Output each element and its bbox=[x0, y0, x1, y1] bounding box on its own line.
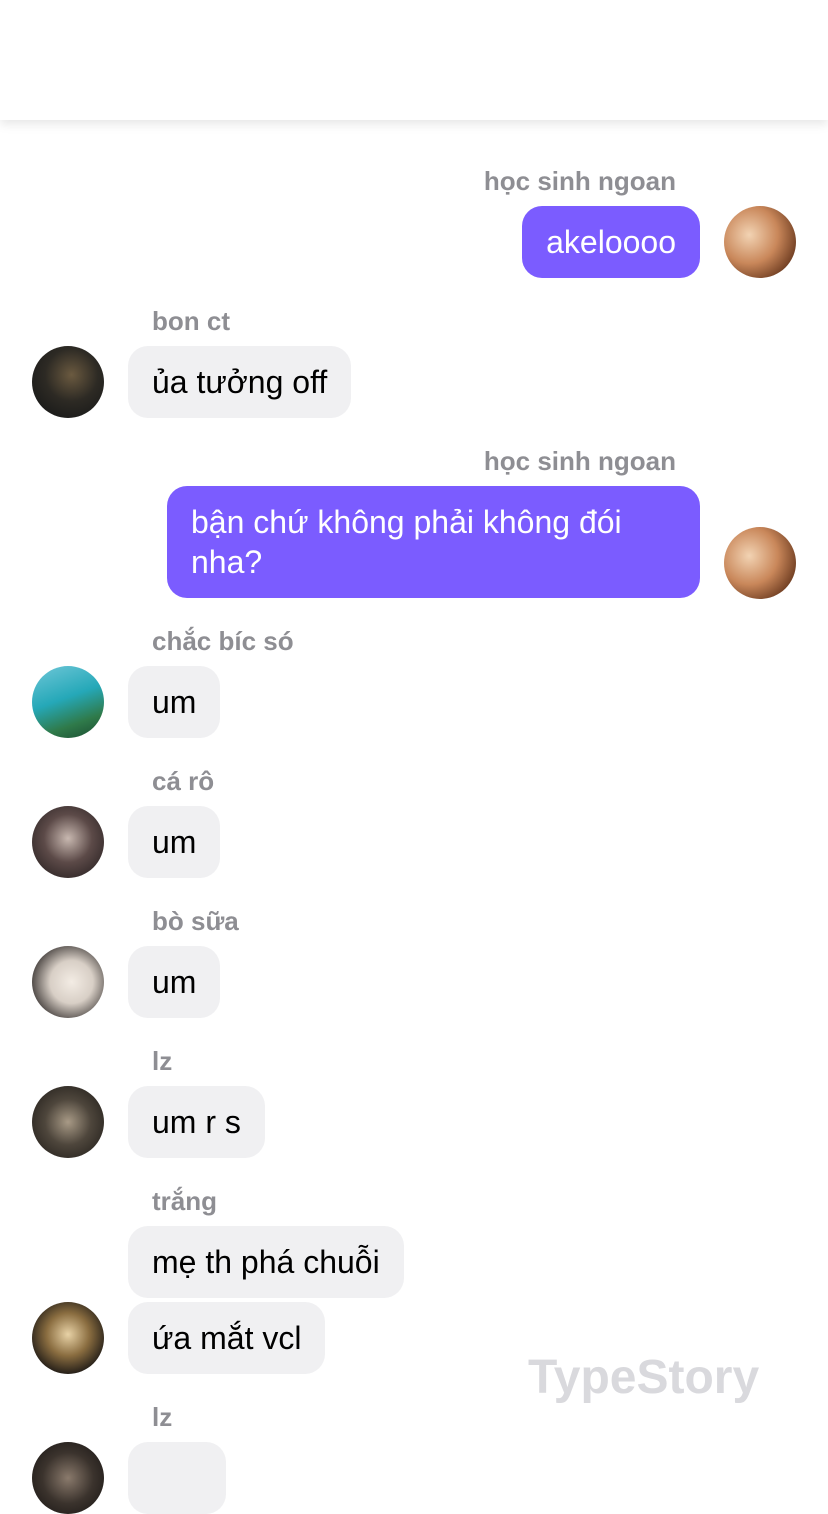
message-bubble-incoming[interactable]: um bbox=[128, 666, 221, 738]
message-bubble-incoming[interactable]: mẹ th phá chuỗi bbox=[128, 1226, 404, 1298]
sender-name: bon ct bbox=[152, 306, 230, 336]
sender-name: chắc bíc só bbox=[152, 626, 294, 656]
avatar[interactable] bbox=[32, 1086, 104, 1158]
message-bubble-incoming[interactable]: ứa mắt vcl bbox=[128, 1302, 326, 1374]
message-bubble-incoming[interactable]: ủa tưởng off bbox=[128, 346, 352, 418]
sender-name: cá rô bbox=[152, 766, 215, 796]
message-bubble-outgoing[interactable]: akeloooo bbox=[522, 206, 700, 278]
message-bubble-outgoing[interactable]: bận chứ không phải không đói nha? bbox=[167, 486, 700, 598]
avatar[interactable] bbox=[724, 527, 796, 599]
message-bubble-incoming[interactable]: um bbox=[128, 946, 221, 1018]
avatar[interactable] bbox=[32, 1302, 104, 1374]
sender-name: lz bbox=[152, 1402, 173, 1432]
message-bubble-incoming[interactable]: um r s bbox=[128, 1086, 265, 1158]
watermark: TypeStory bbox=[528, 1351, 760, 1404]
sender-name: lz bbox=[152, 1046, 173, 1076]
top-bar bbox=[0, 0, 828, 120]
avatar[interactable] bbox=[724, 206, 796, 278]
avatar[interactable] bbox=[32, 806, 104, 878]
avatar[interactable] bbox=[32, 666, 104, 738]
sender-name: học sinh ngoan bbox=[483, 446, 676, 476]
sender-name: học sinh ngoan bbox=[483, 166, 676, 196]
message-bubble-incoming[interactable] bbox=[128, 1442, 226, 1514]
avatar[interactable] bbox=[32, 346, 104, 418]
message-bubble-incoming[interactable]: um bbox=[128, 806, 221, 878]
sender-name: trắng bbox=[152, 1186, 217, 1216]
sender-name: bò sữa bbox=[152, 906, 239, 936]
avatar[interactable] bbox=[32, 1442, 104, 1514]
avatar[interactable] bbox=[32, 946, 104, 1018]
